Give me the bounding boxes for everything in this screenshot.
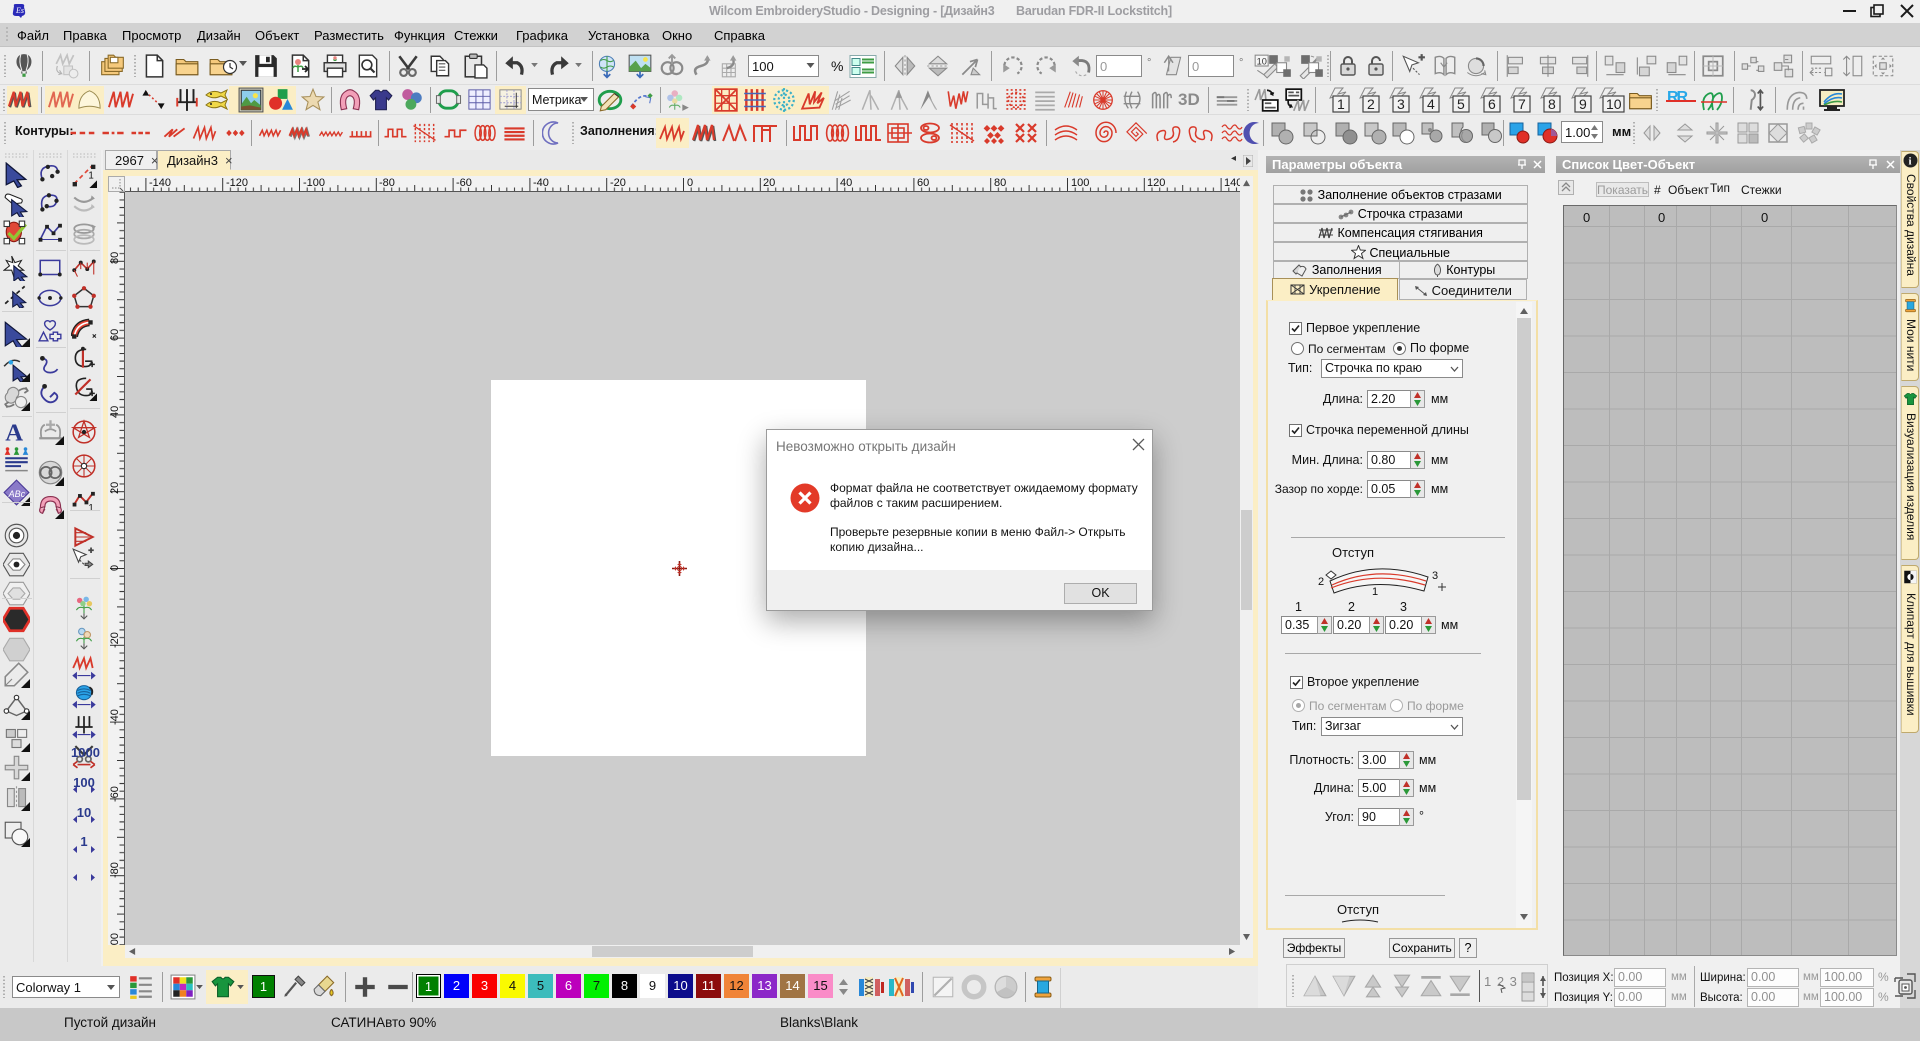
svg-text:2: 2 <box>1367 96 1375 112</box>
svg-text:ABc: ABc <box>8 489 26 499</box>
svg-text:5: 5 <box>1457 96 1465 112</box>
svg-text:10: 10 <box>1257 56 1267 66</box>
svg-text:10: 10 <box>1606 96 1622 112</box>
svg-text:2: 2 <box>1318 576 1324 588</box>
svg-text:1: 1 <box>1372 586 1378 598</box>
svg-text:3: 3 <box>1397 96 1405 112</box>
svg-text:3: 3 <box>1432 570 1438 582</box>
svg-text:1: 1 <box>88 170 93 181</box>
svg-text:i: i <box>1909 156 1912 168</box>
svg-text:A: A <box>5 420 23 446</box>
svg-text:8: 8 <box>1548 96 1556 112</box>
svg-text:1: 1 <box>88 503 93 513</box>
svg-text:7: 7 <box>1518 96 1526 112</box>
svg-text:Es: Es <box>15 6 24 15</box>
svg-text:9: 9 <box>1579 96 1587 112</box>
svg-text:1: 1 <box>1337 96 1345 112</box>
svg-text:6: 6 <box>1488 96 1496 112</box>
svg-text:4: 4 <box>1427 96 1435 112</box>
